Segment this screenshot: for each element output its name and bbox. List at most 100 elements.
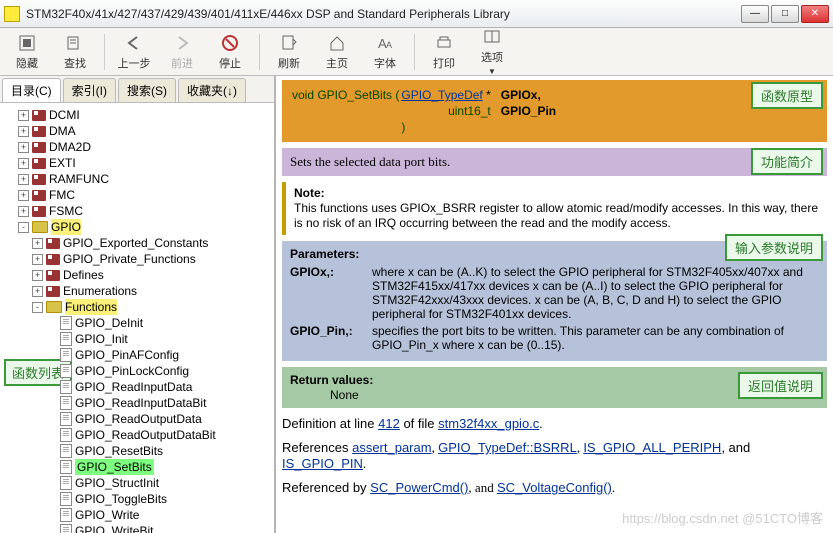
tree-node[interactable]: + GPIO_Private_Functions <box>4 251 272 267</box>
tree-label: DMA2D <box>49 139 91 155</box>
tree-node[interactable]: +DMA <box>4 123 272 139</box>
stop-button[interactable]: 停止 <box>209 33 251 71</box>
tree-node[interactable]: -GPIO <box>4 219 272 235</box>
tree-node[interactable]: GPIO_ReadOutputData <box>4 411 272 427</box>
tree-node[interactable]: + EXTI <box>4 155 272 171</box>
twist-blank <box>46 478 57 489</box>
expand-icon[interactable]: + <box>18 126 29 137</box>
find-icon <box>65 33 85 53</box>
page-icon <box>60 508 72 522</box>
expand-icon[interactable]: + <box>32 270 43 281</box>
find-button[interactable]: 查找 <box>54 33 96 71</box>
nav-panel: 目录(C) 索引(I) 搜索(S) 收藏夹(↓) 函数列表 +DCMI+DMA+… <box>0 76 276 533</box>
tree-node[interactable]: +Enumerations <box>4 283 272 299</box>
closed-book-icon <box>32 174 46 185</box>
link-ref[interactable]: IS_GPIO_ALL_PERIPH <box>583 440 721 455</box>
tree-label: GPIO_ToggleBits <box>75 491 167 507</box>
tree-node[interactable]: GPIO_ToggleBits <box>4 491 272 507</box>
expand-icon[interactable]: + <box>32 286 43 297</box>
tree-label: GPIO_Exported_Constants <box>63 235 208 251</box>
link-refby[interactable]: SC_VoltageConfig() <box>497 480 612 495</box>
tree-label: GPIO_SetBits <box>75 459 154 475</box>
tree-label: GPIO_PinAFConfig <box>75 347 179 363</box>
options-button[interactable]: 选项▼ <box>471 27 513 76</box>
expand-icon[interactable]: + <box>18 158 29 169</box>
expand-icon[interactable]: + <box>18 174 29 185</box>
open-book-icon <box>32 221 48 233</box>
tree-node[interactable]: + DMA2D <box>4 139 272 155</box>
tree-label: GPIO_ReadOutputDataBit <box>75 427 216 443</box>
expand-icon[interactable]: + <box>32 238 43 249</box>
link-line[interactable]: 412 <box>378 416 400 431</box>
tree-node[interactable]: +Defines <box>4 267 272 283</box>
page-icon <box>60 380 72 394</box>
print-icon <box>434 33 454 53</box>
tree-label: GPIO_Write <box>75 507 139 523</box>
maximize-button[interactable]: □ <box>771 5 799 23</box>
link-ref[interactable]: assert_param <box>352 440 431 455</box>
nav-tabs: 目录(C) 索引(I) 搜索(S) 收藏夹(↓) <box>0 76 274 103</box>
tree-node[interactable]: GPIO_DeInit <box>4 315 272 331</box>
link-file[interactable]: stm32f4xx_gpio.c <box>438 416 539 431</box>
tab-fav[interactable]: 收藏夹(↓) <box>178 78 246 102</box>
twist-blank <box>46 494 57 505</box>
link-refby[interactable]: SC_PowerCmd() <box>370 480 468 495</box>
hide-button[interactable]: 隐藏 <box>6 33 48 71</box>
open-book-icon <box>46 301 62 313</box>
collapse-icon[interactable]: - <box>32 302 43 313</box>
closed-book-icon <box>46 286 60 297</box>
tree-node[interactable]: +FMC <box>4 187 272 203</box>
toc-tree[interactable]: +DCMI+DMA+DMA2D+EXTI+RAMFUNC+FMC+FSMC-GP… <box>0 103 274 533</box>
closed-book-icon <box>46 238 60 249</box>
tab-toc[interactable]: 目录(C) <box>2 78 61 102</box>
refresh-button[interactable]: 刷新 <box>268 33 310 71</box>
tree-node[interactable]: +DCMI <box>4 107 272 123</box>
twist-blank <box>46 430 57 441</box>
refresh-icon <box>279 33 299 53</box>
tab-index[interactable]: 索引(I) <box>63 78 116 102</box>
expand-icon[interactable]: + <box>18 110 29 121</box>
tree-node[interactable]: GPIO_ResetBits <box>4 443 272 459</box>
close-button[interactable]: ✕ <box>801 5 829 23</box>
closed-book-icon <box>32 126 46 137</box>
minimize-button[interactable]: — <box>741 5 769 23</box>
expand-icon[interactable]: + <box>32 254 43 265</box>
link-typedef[interactable]: GPIO_TypeDef <box>401 88 482 102</box>
annot-brief: 功能简介 <box>751 148 823 175</box>
tree-node[interactable]: +FSMC <box>4 203 272 219</box>
page-icon <box>60 348 72 362</box>
expand-icon[interactable]: + <box>18 142 29 153</box>
link-ref[interactable]: GPIO_TypeDef::BSRRL <box>438 440 577 455</box>
tree-node[interactable]: GPIO_SetBits <box>4 459 272 475</box>
print-button[interactable]: 打印 <box>423 33 465 71</box>
tree-node[interactable]: GPIO_StructInit <box>4 475 272 491</box>
home-button[interactable]: 主页 <box>316 33 358 71</box>
tree-node[interactable]: GPIO_ReadOutputDataBit <box>4 427 272 443</box>
expand-icon[interactable]: + <box>18 190 29 201</box>
tree-node[interactable]: -Functions <box>4 299 272 315</box>
tree-label: GPIO_ReadOutputData <box>75 411 202 427</box>
closed-book-icon <box>32 206 46 217</box>
closed-book-icon <box>32 142 46 153</box>
tree-node[interactable]: + GPIO_Exported_Constants <box>4 235 272 251</box>
hide-icon <box>17 33 37 53</box>
tree-label: EXTI <box>49 155 76 171</box>
content-pane[interactable]: 函数原型 void GPIO_SetBits ( GPIO_TypeDef * … <box>276 76 833 533</box>
link-ref[interactable]: IS_GPIO_PIN <box>282 456 363 471</box>
page-icon <box>60 444 72 458</box>
tree-node[interactable]: GPIO_WriteBit <box>4 523 272 533</box>
closed-book-icon <box>32 190 46 201</box>
tree-label: GPIO_Private_Functions <box>63 251 196 267</box>
tree-node[interactable]: GPIO_Write <box>4 507 272 523</box>
tab-search[interactable]: 搜索(S) <box>118 78 176 102</box>
tree-node[interactable]: +RAMFUNC <box>4 171 272 187</box>
function-signature: void GPIO_SetBits ( GPIO_TypeDef * GPIOx… <box>282 80 827 142</box>
back-button[interactable]: 上一步 <box>113 33 155 71</box>
window-title: STM32F40x/41x/427/437/429/439/401/411xE/… <box>26 7 741 21</box>
forward-icon <box>172 33 192 53</box>
expand-icon[interactable]: + <box>18 206 29 217</box>
tree-node[interactable]: GPIO_Init <box>4 331 272 347</box>
collapse-icon[interactable]: - <box>18 222 29 233</box>
font-button[interactable]: AA字体 <box>364 33 406 71</box>
tree-node[interactable]: GPIO_ReadInputDataBit <box>4 395 272 411</box>
